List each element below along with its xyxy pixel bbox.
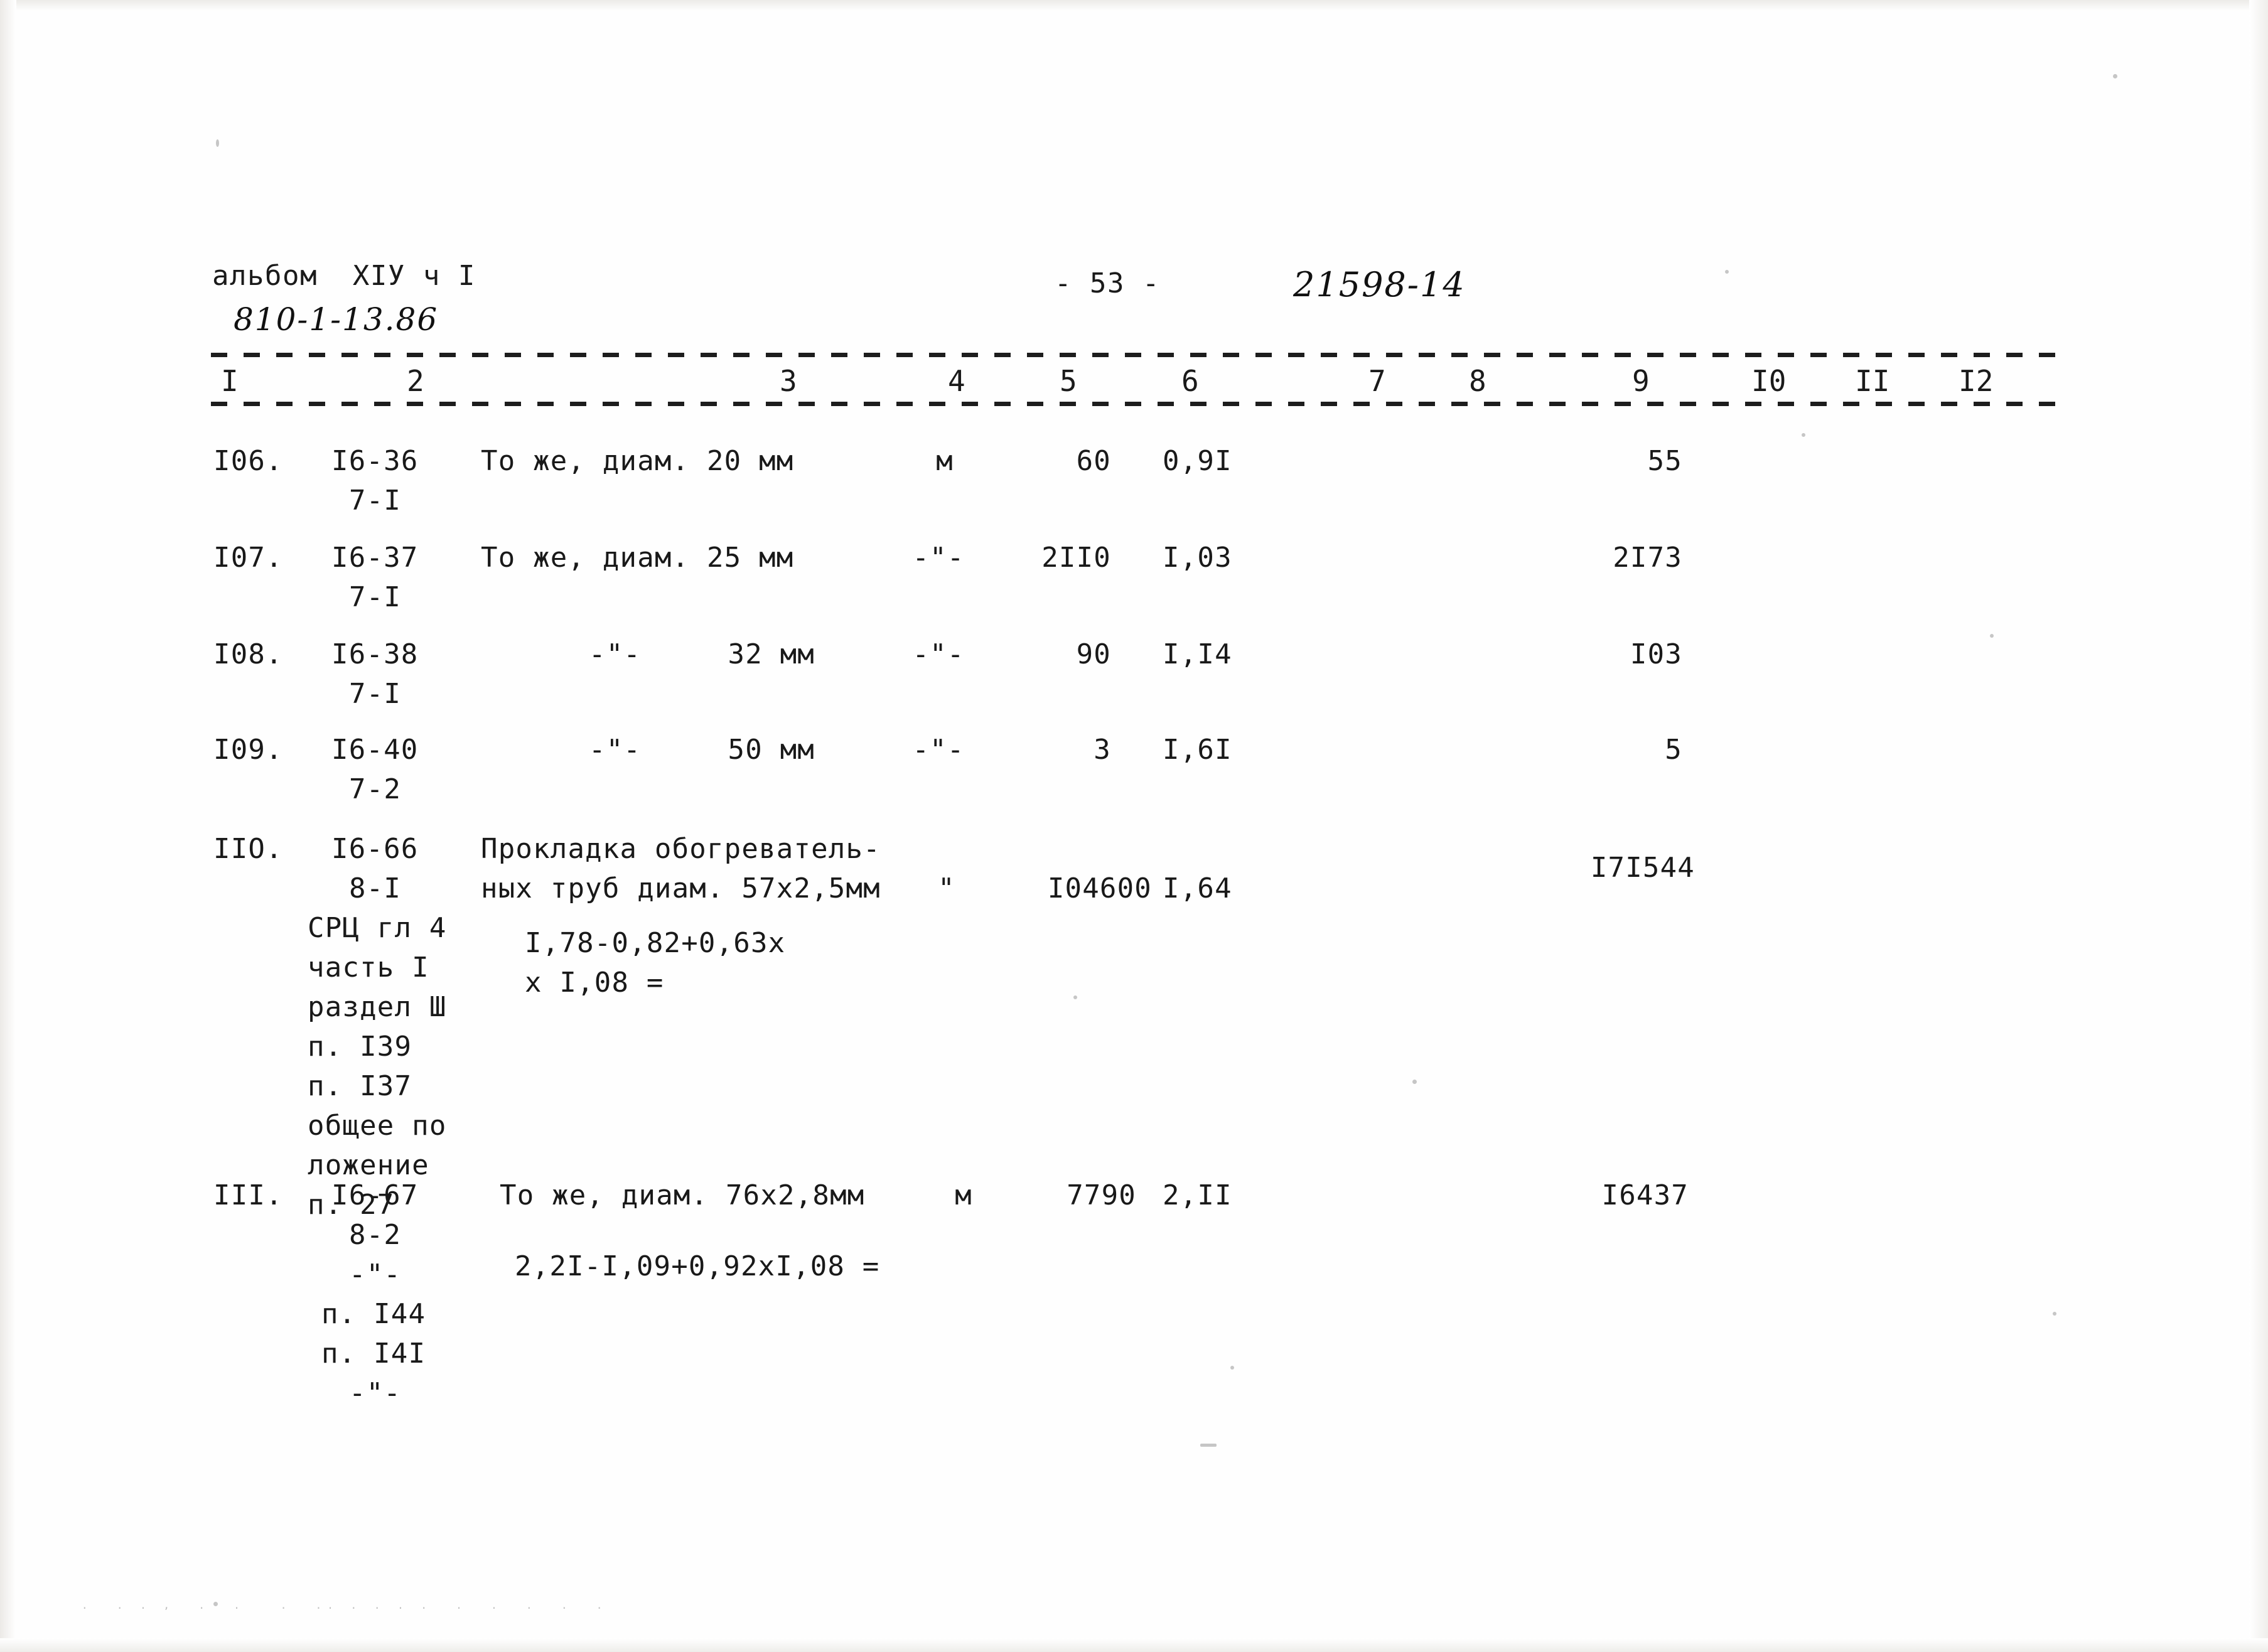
row-formula-line: 2,2I-I,09+0,92хI,08 = xyxy=(515,1250,880,1282)
scan-speck xyxy=(1725,270,1729,274)
scan-speck xyxy=(1230,1366,1234,1370)
row-qty: 90 xyxy=(1076,638,1111,670)
row-code: I6-40 xyxy=(331,734,419,766)
row-total: I03 xyxy=(1630,638,1682,670)
column-number-8: 8 xyxy=(1469,364,1486,398)
row-price: 0,9I xyxy=(1163,445,1232,477)
row-name: Прокладка обогреватель- xyxy=(481,833,881,865)
row-code: I6-66 xyxy=(331,833,419,865)
header-rule-bottom xyxy=(211,402,2064,406)
column-number-9: 9 xyxy=(1632,364,1650,398)
row-extra-ref: ложение xyxy=(308,1149,429,1181)
scanned-page: альбом ХIУ ч I 810-1-13.86 - 53 - 21598-… xyxy=(0,0,2268,1652)
scan-speck xyxy=(1200,1444,1217,1447)
row-formula-line: х I,08 = xyxy=(525,967,664,999)
row-num: IIO. xyxy=(213,833,283,865)
row-name: -"- 32 мм xyxy=(589,638,815,670)
row-price: I,64 xyxy=(1163,872,1232,904)
row-unit: м xyxy=(936,445,954,477)
row-code2: 7-2 xyxy=(349,773,402,805)
row-name: То же, диам. 20 мм xyxy=(481,445,794,477)
row-price: I,03 xyxy=(1163,542,1232,574)
row-name: То же, диам. 25 мм xyxy=(481,542,794,574)
column-number-6: 6 xyxy=(1181,364,1199,398)
row-total: I6437 xyxy=(1601,1179,1689,1211)
row-unit: -"- xyxy=(912,542,965,574)
row-code2: 7-I xyxy=(349,581,402,613)
column-number-10: I0 xyxy=(1751,364,1787,398)
row-name-line2: ных труб диам. 57х2,5мм xyxy=(481,872,881,904)
row-name: То же, диам. 76х2,8мм xyxy=(500,1179,865,1211)
row-num: III. xyxy=(213,1179,283,1211)
row-name: -"- 50 мм xyxy=(589,734,815,766)
row-total: 2I73 xyxy=(1613,542,1682,574)
row-price: 2,II xyxy=(1163,1179,1232,1211)
row-unit: -"- xyxy=(912,734,965,766)
row-code2: 8-I xyxy=(349,872,402,904)
row-extra-ref: общее по xyxy=(308,1110,447,1142)
row-extra-ref: п. I39 xyxy=(308,1031,412,1063)
scan-speck xyxy=(1412,1080,1417,1084)
row-price: I,6I xyxy=(1163,734,1232,766)
row-code2: 8-2 xyxy=(349,1219,402,1251)
column-number-5: 5 xyxy=(1060,364,1077,398)
row-qty: 3 xyxy=(1094,734,1111,766)
row-unit: -"- xyxy=(912,638,965,670)
scan-noise-band: . . . , . . . .. . . . . . . . . . xyxy=(82,1599,608,1611)
row-qty: 60 xyxy=(1076,445,1111,477)
row-num: I07. xyxy=(213,542,283,574)
row-price: I,I4 xyxy=(1163,638,1232,670)
row-extra-ref: часть I xyxy=(308,952,429,984)
row-extra-ref: п. I37 xyxy=(308,1070,412,1102)
scan-speck xyxy=(2113,74,2117,78)
row-num: I06. xyxy=(213,445,283,477)
row-num: I09. xyxy=(213,734,283,766)
scan-speck xyxy=(1990,634,1994,638)
scan-speck xyxy=(216,139,219,147)
row-extra-ref: СРЦ гл 4 xyxy=(308,912,447,944)
album-line: альбом ХIУ ч I xyxy=(212,260,476,292)
row-formula-line: I,78-0,82+0,63х xyxy=(525,927,786,959)
scan-edge-top xyxy=(0,0,2268,11)
scan-speck xyxy=(1073,995,1077,999)
column-number-11: II xyxy=(1855,364,1890,398)
row-qty: 2II0 xyxy=(1041,542,1111,574)
scan-edge-bottom xyxy=(0,1638,2268,1652)
column-number-7: 7 xyxy=(1368,364,1386,398)
scan-speck xyxy=(1802,433,1805,437)
column-number-3: 3 xyxy=(780,364,797,398)
row-code2: 7-I xyxy=(349,485,402,517)
column-number-1: I xyxy=(221,364,239,398)
header-rule-top xyxy=(211,353,2064,357)
row-total: 5 xyxy=(1665,734,1682,766)
column-number-2: 2 xyxy=(407,364,424,398)
row-code: I6-67 xyxy=(331,1179,419,1211)
row-extra-ref: п. I4I xyxy=(321,1338,426,1370)
column-number-4: 4 xyxy=(948,364,965,398)
row-extra-ref: -"- xyxy=(349,1258,402,1290)
column-number-12: I2 xyxy=(1959,364,1994,398)
scan-speck xyxy=(2053,1312,2056,1316)
row-code: I6-36 xyxy=(331,445,419,477)
row-total: I7I544 xyxy=(1590,852,1695,884)
row-num: I08. xyxy=(213,638,283,670)
row-qty: 7790 xyxy=(1067,1179,1136,1211)
row-extra-ref: п. I44 xyxy=(321,1298,426,1330)
row-code2: 7-I xyxy=(349,678,402,710)
doc-number-handwritten: 21598-14 xyxy=(1293,265,1466,304)
album-code-handwritten: 810-1-13.86 xyxy=(234,301,439,338)
row-extra-ref: -"- xyxy=(349,1377,402,1409)
scan-edge-right xyxy=(2249,0,2268,1652)
row-total: 55 xyxy=(1647,445,1682,477)
row-extra-ref: раздел Ш xyxy=(308,991,447,1023)
row-qty: I04600 xyxy=(1047,872,1152,904)
row-code: I6-38 xyxy=(331,638,419,670)
scan-edge-left xyxy=(0,0,16,1652)
row-unit: м xyxy=(955,1179,972,1211)
page-number: - 53 - xyxy=(1055,267,1160,299)
row-code: I6-37 xyxy=(331,542,419,574)
